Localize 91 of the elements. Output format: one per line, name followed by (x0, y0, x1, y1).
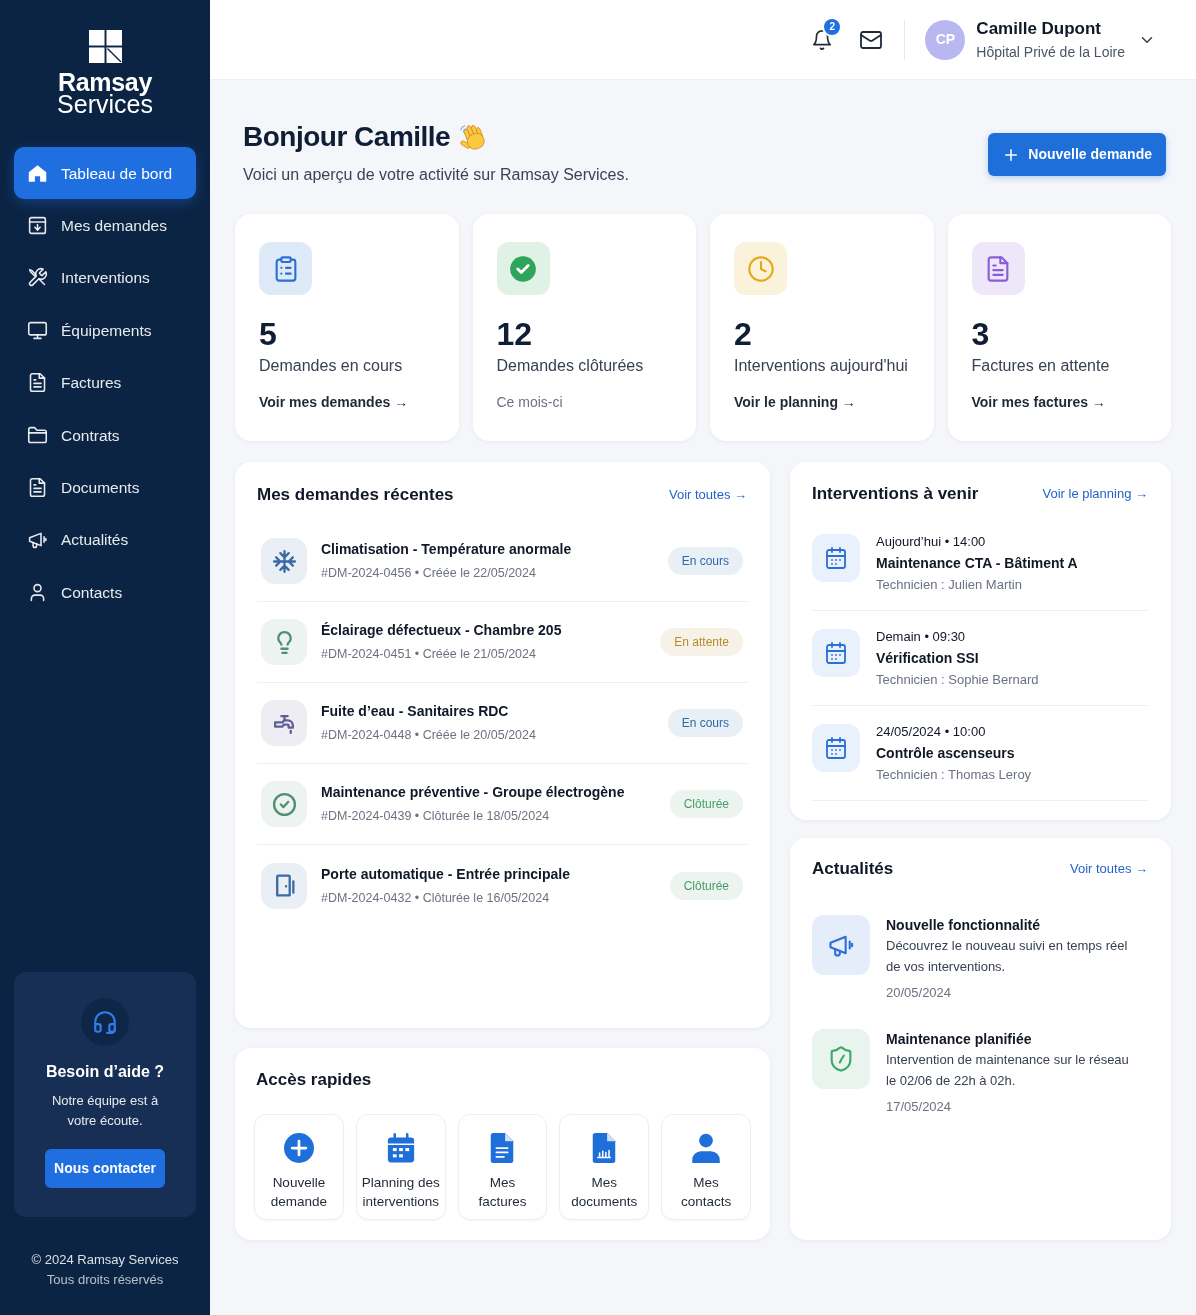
technician-name: Technicien : Julien Martin (876, 576, 1023, 594)
view-all-link[interactable]: Voir toutes → (668, 486, 747, 504)
view-all-link[interactable]: Voir toutes → (1069, 860, 1148, 878)
request-meta: #DM-2024-0456 • Créée le 22/05/2024 (321, 565, 537, 582)
logo-subtitle: Services (57, 93, 153, 115)
section-title: Mes demandes récentes (257, 484, 454, 506)
help-title: Besoin d’aide ? (45, 1062, 165, 1082)
headset-icon (81, 998, 129, 1046)
tray-icon (27, 215, 48, 237)
nav-item[interactable]: Équipements (14, 304, 196, 357)
status-badge: En cours (667, 547, 743, 575)
stat-value: 5 (259, 315, 277, 354)
intervention-title: Vérification SSI (876, 649, 980, 668)
status-badge: Clôturée (669, 790, 743, 818)
stat-link[interactable]: Voir mes factures → (971, 392, 1106, 412)
calendar-icon (812, 724, 860, 772)
stat-label: Demandes clôturées (496, 356, 644, 376)
quick-access-button[interactable]: Nouvelle demande (254, 1114, 344, 1220)
news-text: Découvrez le nouveau suivi en temps réel de vos interventions. (886, 937, 1129, 976)
intervention-time: 24/05/2024 • 10:00 (876, 723, 987, 741)
news-date: 17/05/2024 (886, 1098, 953, 1116)
request-title: Éclairage défectueux - Chambre 205 (321, 621, 563, 640)
stat-link[interactable]: Voir le planning → (734, 392, 856, 412)
user-name: Camille Dupont (976, 17, 1103, 40)
nav-item[interactable]: Actualités (14, 513, 196, 567)
section-title: Actualités (812, 858, 894, 880)
calendar-icon (385, 1132, 416, 1164)
tools-icon (27, 267, 48, 289)
nav-item[interactable]: Contrats (14, 408, 196, 462)
calendar-icon (812, 629, 860, 677)
technician-name: Technicien : Thomas Leroy (876, 766, 1032, 784)
nav-item[interactable]: Interventions (14, 251, 196, 305)
request-title: Porte automatique - Entrée principale (321, 864, 571, 884)
greeting-title: Bonjour Camille (243, 120, 451, 154)
quick-access-button[interactable]: Mes documents (559, 1114, 650, 1220)
stat-label: Factures en attente (971, 356, 1110, 376)
notification-badge: 2 (824, 18, 841, 35)
request-title: Fuite d’eau - Sanitaires RDC (321, 702, 510, 721)
home-icon (27, 162, 48, 184)
plus-circle-icon (283, 1132, 314, 1164)
intervention-title: Maintenance CTA - Bâtiment A (876, 554, 1078, 573)
news-text: Intervention de maintenance sur le réseau le 02/06 de 22h à 02h. (886, 1051, 1130, 1090)
nav-item[interactable]: Contacts (14, 566, 196, 619)
stat-label: Interventions aujourd'hui (734, 356, 908, 376)
technician-name: Technicien : Sophie Bernard (876, 671, 1039, 689)
help-text: Notre équipe est à votre écoute. (50, 1092, 160, 1130)
nav-item[interactable]: Tableau de bord (14, 147, 196, 200)
monitor-icon (27, 319, 48, 341)
logo-icon (88, 30, 122, 63)
stat-link[interactable]: Voir mes demandes → (259, 392, 409, 412)
news-date: 20/05/2024 (886, 984, 953, 1002)
request-meta: #DM-2024-0451 • Créée le 21/05/2024 (321, 646, 537, 663)
quick-access-button[interactable]: Mes factures (457, 1114, 548, 1220)
intervention-time: Demain • 09:30 (876, 628, 967, 646)
nav-item[interactable]: Mes demandes (14, 199, 196, 252)
status-badge: En attente (660, 628, 743, 656)
news-title: Nouvelle fonctionnalité (886, 916, 1041, 935)
nav-item[interactable]: Documents (14, 461, 196, 514)
rights-text: Tous droits réservés (46, 1271, 164, 1289)
folder-icon (27, 424, 48, 446)
stat-value: 2 (734, 315, 752, 354)
request-title: Climatisation - Température anormale (321, 540, 573, 559)
stat-note: Ce mois-ci (496, 393, 563, 412)
quick-access-button[interactable]: Planning des interventions (355, 1114, 446, 1220)
document-icon (27, 477, 48, 499)
section-title: Interventions à venir (812, 483, 979, 505)
greeting-subtitle: Voici un aperçu de votre activité sur Ramsay Services. (243, 165, 629, 185)
request-meta: #DM-2024-0432 • Clôturée le 16/05/2024 (321, 889, 551, 907)
contact-button[interactable]: Nous contacter (45, 1149, 165, 1188)
section-title: Accès rapides (256, 1069, 372, 1091)
nav-item[interactable]: Factures (14, 356, 196, 409)
quick-access-button[interactable]: Mes contacts (661, 1114, 751, 1220)
view-all-link[interactable]: Voir le planning → (1042, 485, 1148, 503)
copyright-text: © 2024 Ramsay Services (31, 1251, 179, 1269)
avatar: CP (925, 19, 966, 60)
intervention-title: Contrôle ascenseurs (876, 744, 1016, 763)
stat-value: 3 (971, 315, 990, 354)
request-title: Maintenance préventive - Groupe électrogène (321, 783, 626, 802)
new-request-button[interactable]: Nouvelle demande (988, 133, 1166, 176)
status-badge: Clôturée (669, 871, 743, 900)
intervention-time: Aujourd’hui • 14:00 (876, 533, 987, 551)
stat-label: Demandes en cours (259, 356, 403, 376)
request-meta: #DM-2024-0448 • Créée le 20/05/2024 (321, 727, 537, 744)
status-badge: En cours (667, 709, 743, 737)
stat-value: 12 (496, 315, 533, 354)
request-meta: #DM-2024-0439 • Clôturée le 18/05/2024 (321, 808, 551, 825)
document-icon (27, 372, 48, 394)
user-icon (691, 1132, 722, 1164)
organization-name: Hôpital Privé de la Loire (976, 42, 1125, 62)
calendar-icon (812, 534, 860, 582)
news-title: Maintenance planifiée (886, 1030, 1033, 1049)
